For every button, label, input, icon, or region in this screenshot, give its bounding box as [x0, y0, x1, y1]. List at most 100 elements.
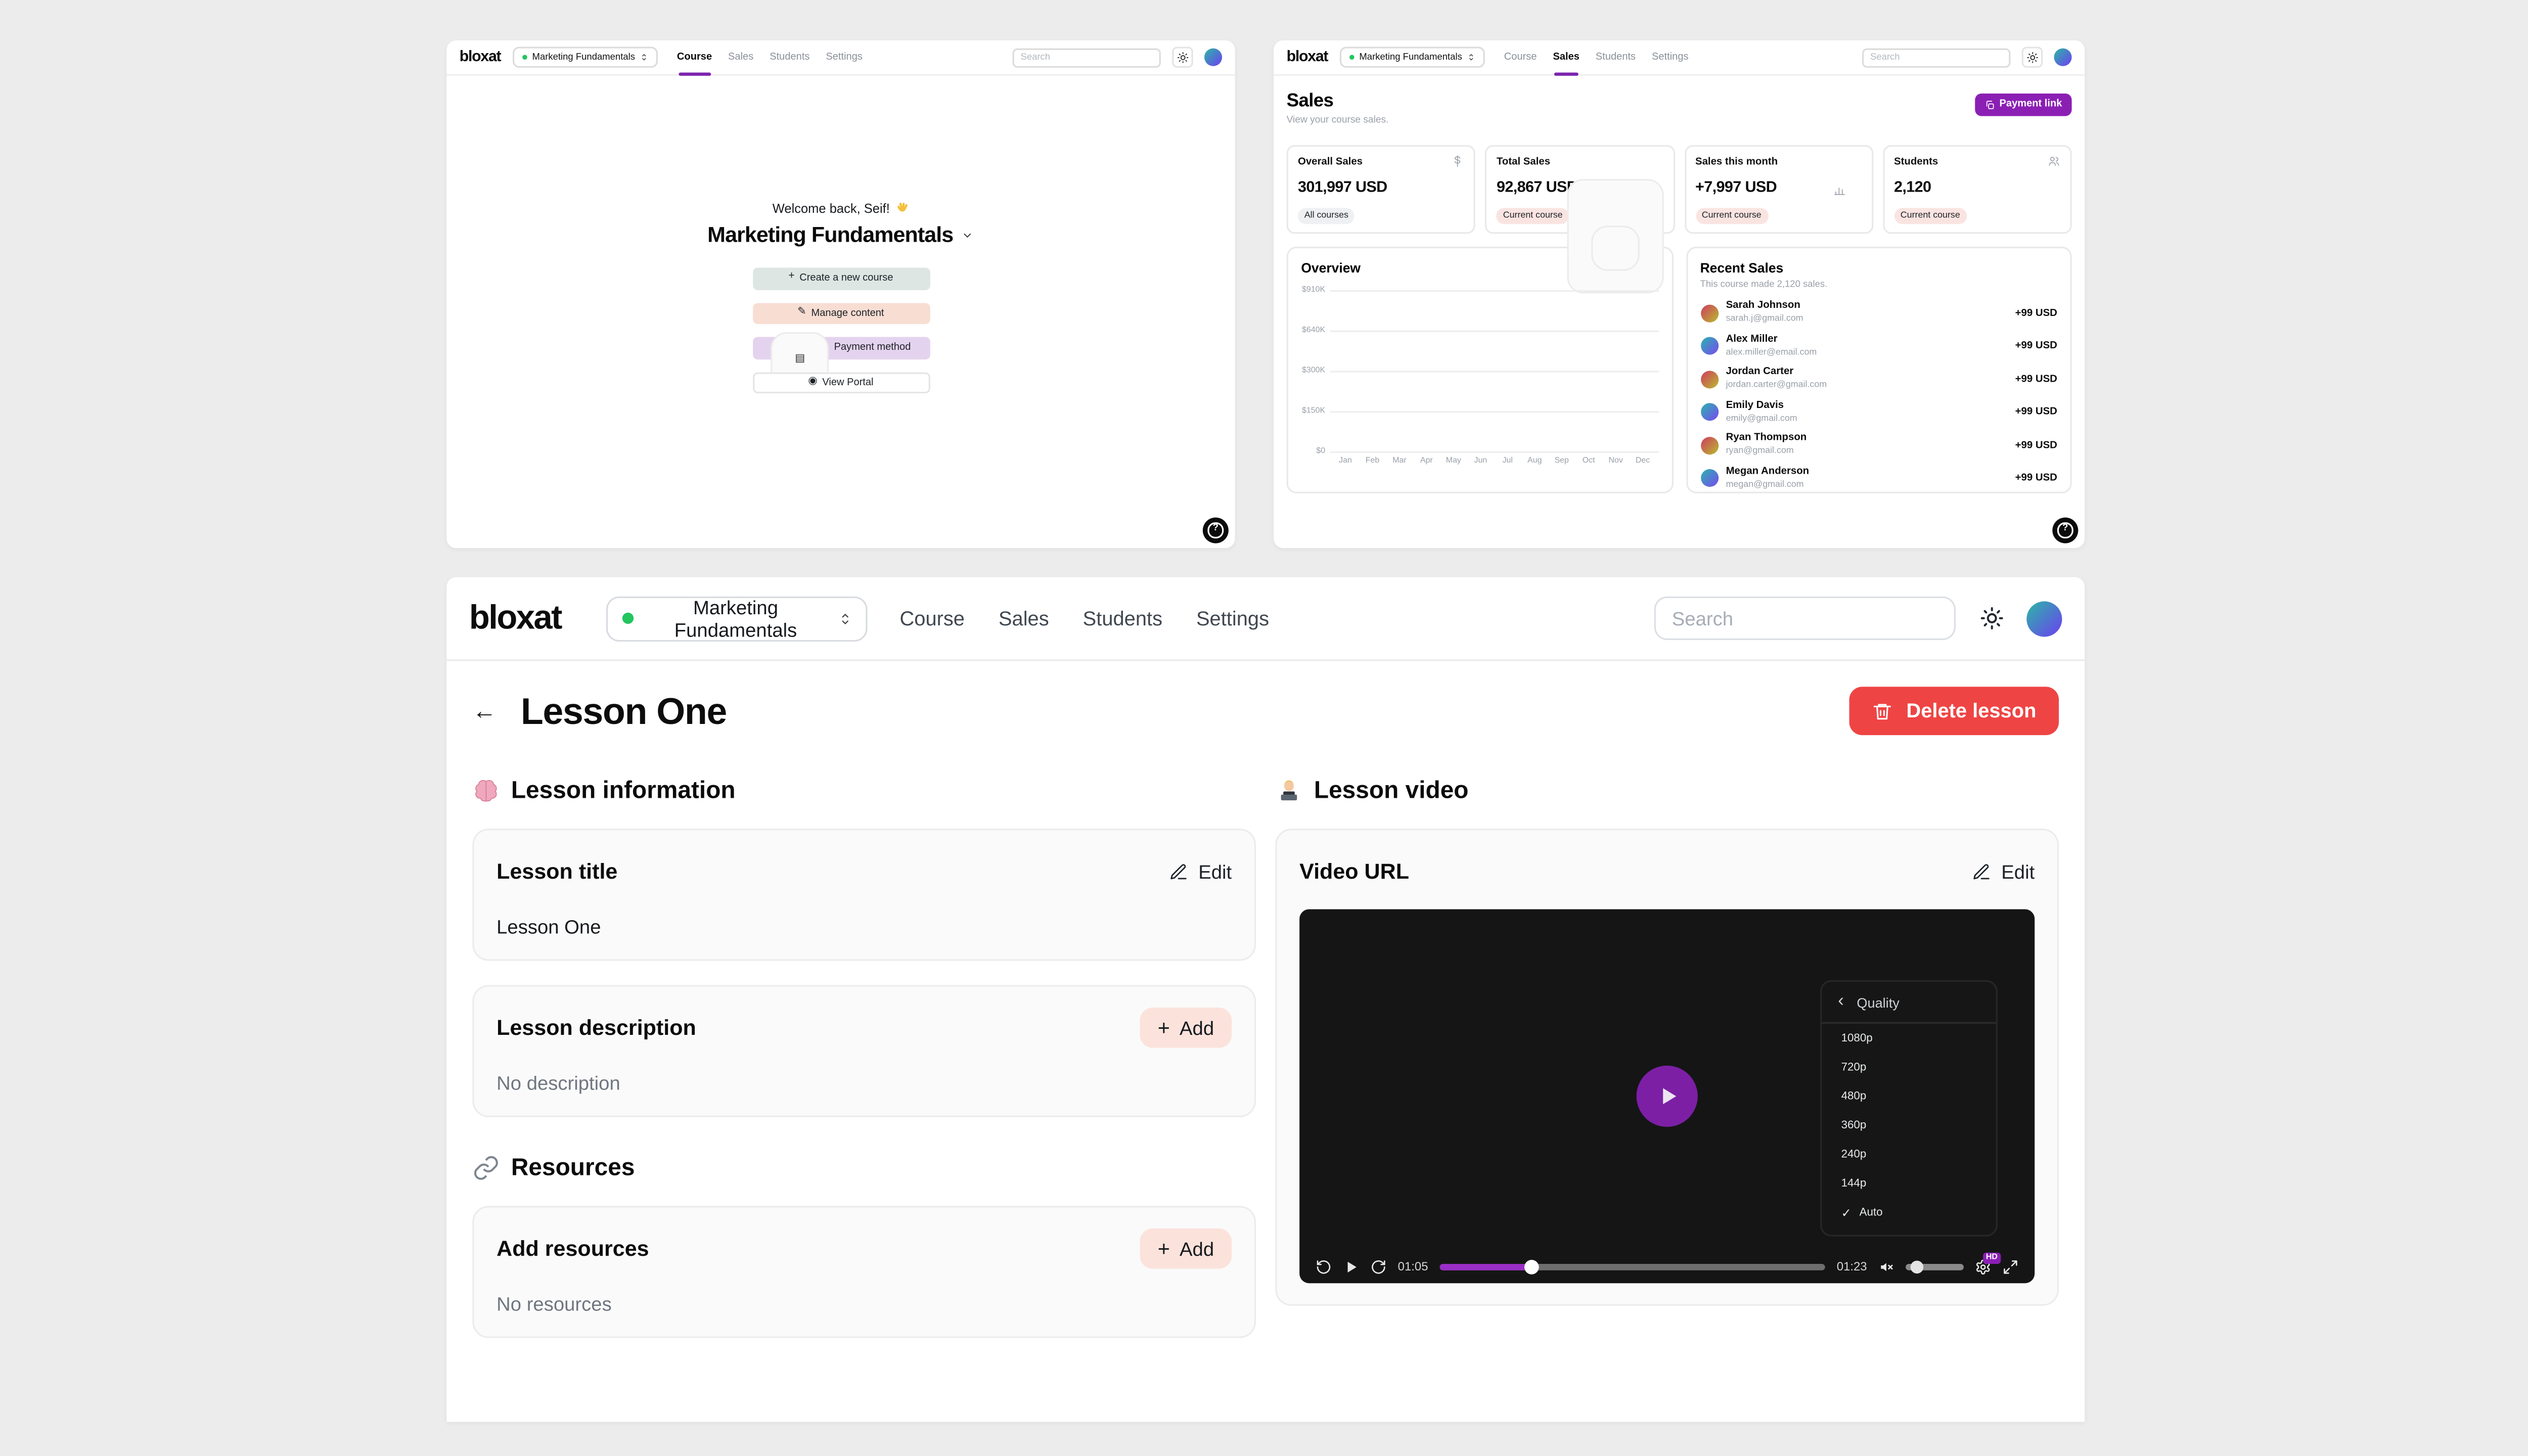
quality-option[interactable]: ✓ 1080p — [1822, 1024, 1996, 1053]
course-selector[interactable]: Marketing Fundamentals — [1339, 47, 1485, 67]
forward-button[interactable] — [1370, 1258, 1386, 1275]
sales-lower-grid: Overview $910K$640K$300K$150K$0 — [1287, 247, 2072, 493]
search-input[interactable] — [1654, 597, 1956, 640]
avatar — [1700, 436, 1718, 454]
add-description-button[interactable]: + Add — [1140, 1008, 1232, 1048]
play-button[interactable] — [1343, 1258, 1359, 1275]
y-tick-label: $150K — [1302, 406, 1325, 416]
volume-slider[interactable] — [1906, 1263, 1964, 1269]
nav-item[interactable]: Course — [677, 39, 712, 75]
credit-card-icon — [1591, 225, 1639, 270]
back-button[interactable]: ← — [472, 697, 521, 724]
help-button[interactable]: ? — [1203, 518, 1229, 543]
quality-options: ✓ 1080p ✓ 720p — [1822, 1024, 1996, 1227]
recent-sales-subtitle: This course made 2,120 sales. — [1700, 281, 2057, 290]
nav-item[interactable]: Students — [1596, 39, 1636, 75]
sale-amount: +99 USD — [2015, 440, 2057, 451]
edit-video-url-button[interactable]: Edit — [1972, 860, 2035, 883]
x-tick-label: Aug — [1524, 456, 1545, 466]
quality-option[interactable]: ✓ 360p — [1822, 1111, 1996, 1140]
payment-link-button[interactable]: Payment link — [1974, 94, 2071, 115]
nav-item[interactable]: Course — [1504, 39, 1537, 75]
course-action-button[interactable]: View Portal — [752, 372, 930, 393]
quality-menu-header[interactable]: ‹ Quality — [1822, 982, 1996, 1024]
rotate-cw-icon — [1370, 1258, 1386, 1275]
progress-bar[interactable] — [1439, 1263, 1826, 1269]
sale-row[interactable]: Alex Milleralex.miller@email.com +99 USD — [1700, 330, 2057, 362]
sale-amount: +99 USD — [2015, 341, 2057, 352]
buyer-email: ryan@gmail.com — [1726, 447, 1807, 458]
avatar — [1700, 304, 1718, 322]
y-tick-label: $0 — [1316, 446, 1325, 456]
nav-item[interactable]: Settings — [1652, 39, 1689, 75]
overview-bar-chart: $910K$640K$300K$150K$0 JanF — [1301, 290, 1658, 466]
avatar — [1700, 371, 1718, 388]
course-action-button[interactable]: Payment method — [752, 337, 930, 358]
course-title[interactable]: Marketing Fundamentals — [707, 222, 974, 247]
stat-badge: Current course — [1497, 208, 1569, 224]
sale-row[interactable]: Emily Davisemily@gmail.com +99 USD — [1700, 396, 2057, 429]
course-action-button[interactable]: Create a new course — [752, 267, 930, 289]
sale-amount: +99 USD — [2015, 307, 2057, 318]
stat-badge: Current course — [1695, 208, 1768, 224]
chevron-left-icon[interactable]: ‹ — [1838, 993, 1844, 1011]
rewind-button[interactable] — [1316, 1258, 1332, 1275]
add-resources-button[interactable]: + Add — [1140, 1228, 1232, 1269]
avatar[interactable] — [1204, 49, 1222, 66]
course-action-button[interactable]: Manage content — [752, 302, 930, 324]
recent-sales-list: Sarah Johnsonsarah.j@gmail.com +99 USD A… — [1700, 297, 2057, 495]
quality-option[interactable]: ✓ 144p — [1822, 1169, 1996, 1198]
nav-item[interactable]: Settings — [1196, 607, 1269, 630]
course-selector[interactable]: Marketing Fundamentals — [606, 596, 868, 641]
theme-toggle-button[interactable] — [1970, 597, 2012, 639]
course-mini-navbar: bloxat Marketing Fundamentals CourseSale… — [446, 40, 1235, 76]
expand-icon — [2002, 1258, 2018, 1275]
delete-lesson-button[interactable]: Delete lesson — [1850, 687, 2059, 735]
fullscreen-button[interactable] — [2002, 1258, 2018, 1275]
search-input[interactable] — [1862, 48, 2010, 67]
nav-item[interactable]: Sales — [1553, 39, 1579, 75]
search-input[interactable] — [1013, 48, 1161, 67]
nav-item[interactable]: Students — [770, 39, 809, 75]
progress-handle[interactable] — [1525, 1259, 1540, 1273]
quality-option[interactable]: ✓ Auto — [1822, 1198, 1996, 1227]
sun-icon — [1979, 606, 2003, 630]
sale-row[interactable]: Jordan Carterjordan.carter@gmail.com +99… — [1700, 362, 2057, 395]
page-title: Lesson One — [521, 689, 727, 733]
nav-item[interactable]: Sales — [728, 39, 753, 75]
sale-row[interactable]: Ryan Thompsonryan@gmail.com +99 USD — [1700, 429, 2057, 462]
avatar — [1700, 403, 1718, 421]
volume-handle[interactable] — [1911, 1260, 1924, 1273]
rotate-ccw-icon — [1316, 1258, 1332, 1275]
avatar[interactable] — [2026, 601, 2062, 636]
nav-item[interactable]: Students — [1083, 607, 1162, 630]
quality-option[interactable]: ✓ 240p — [1822, 1140, 1996, 1168]
chart-x-axis: JanFebMarAprMayJunJulAugSepOctNovDec — [1330, 456, 1658, 466]
chevron-down-icon — [961, 228, 974, 241]
y-tick-label: $300K — [1302, 366, 1325, 376]
stat-icon — [1452, 155, 1465, 168]
avatar[interactable] — [2054, 49, 2072, 66]
sun-icon — [1177, 51, 1189, 63]
help-button[interactable]: ? — [2052, 518, 2078, 543]
users-icon — [2048, 155, 2061, 168]
nav-item[interactable]: Sales — [999, 607, 1049, 630]
lesson-columns: Lesson information Lesson title Edit Les… — [472, 777, 2059, 1338]
quality-option[interactable]: ✓ 720p — [1822, 1053, 1996, 1081]
sale-row[interactable]: Sarah Johnsonsarah.j@gmail.com +99 USD — [1700, 297, 2057, 330]
mute-button[interactable] — [1878, 1258, 1894, 1275]
play-button-large[interactable] — [1637, 1066, 1698, 1127]
edit-lesson-title-button[interactable]: Edit — [1169, 860, 1232, 883]
nav-item[interactable]: Course — [899, 607, 964, 630]
quality-option[interactable]: ✓ 480p — [1822, 1082, 1996, 1111]
theme-toggle-button[interactable] — [2022, 47, 2043, 67]
nav-item[interactable]: Settings — [826, 39, 863, 75]
question-mark-icon: ? — [1208, 523, 1223, 538]
buyer-name: Jordan Carter — [1726, 367, 1827, 381]
theme-toggle-button[interactable] — [1172, 47, 1193, 67]
x-tick-label: Jun — [1470, 456, 1491, 466]
course-selector[interactable]: Marketing Fundamentals — [512, 47, 658, 67]
x-tick-label: Nov — [1605, 456, 1626, 466]
sales-mini-navbar: bloxat Marketing Fundamentals CourseSale… — [1274, 40, 2085, 76]
sale-row[interactable]: Megan Andersonmegan@gmail.com +99 USD — [1700, 462, 2057, 495]
